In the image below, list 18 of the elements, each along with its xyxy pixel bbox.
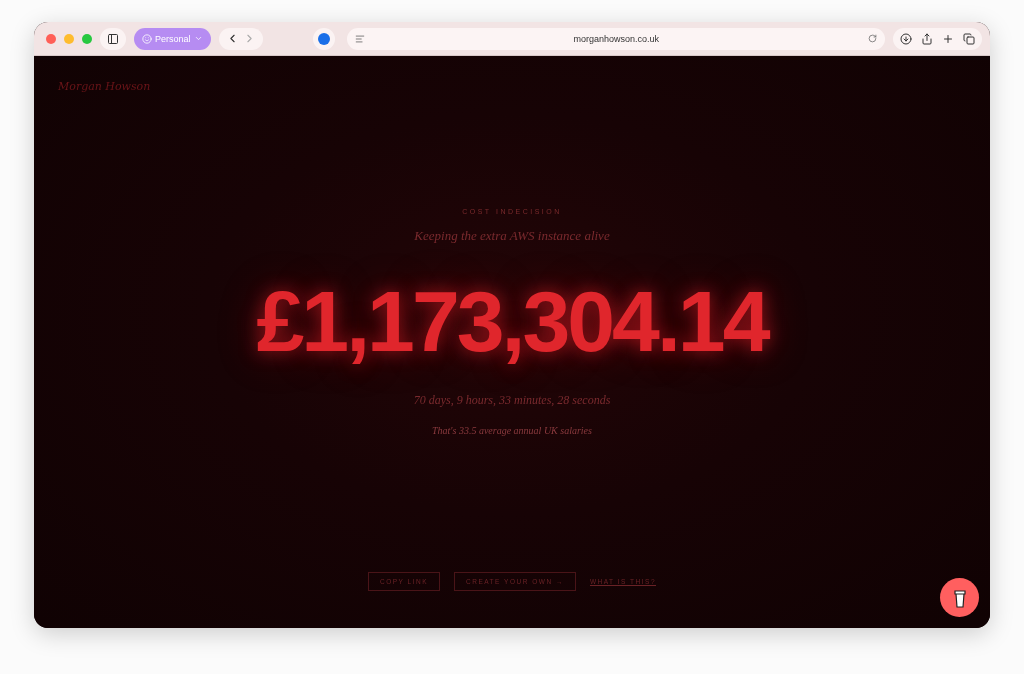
tabs-icon[interactable]	[963, 32, 975, 45]
sidebar-button[interactable]	[100, 27, 126, 50]
chevron-down-icon	[193, 34, 203, 43]
address-bar[interactable]: morganhowson.co.uk	[346, 27, 885, 50]
cost-amount: £1,173,304.14	[256, 272, 768, 371]
plus-icon[interactable]	[942, 32, 954, 45]
cup-icon	[952, 587, 967, 608]
subtitle: Keeping the extra AWS instance alive	[414, 228, 610, 244]
site-logo[interactable]: Morgan Howson	[58, 80, 151, 93]
share-icon[interactable]	[921, 32, 933, 45]
coffee-button[interactable]	[940, 578, 979, 617]
smiley-icon	[142, 33, 152, 44]
sidebar-icon	[107, 32, 119, 45]
profile-button[interactable]: Personal	[134, 27, 211, 50]
download-icon[interactable]	[900, 32, 912, 45]
duration-text: 70 days, 9 hours, 33 minutes, 28 seconds	[413, 393, 611, 408]
comparison-text: That's 33.5 average annual UK salaries	[432, 425, 592, 436]
extension-icon[interactable]	[312, 27, 335, 50]
